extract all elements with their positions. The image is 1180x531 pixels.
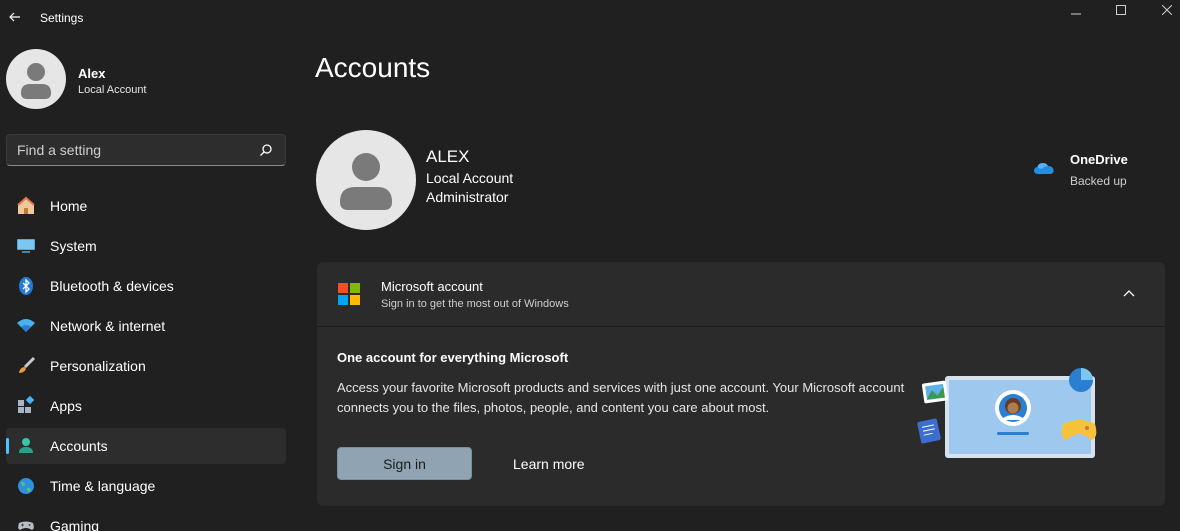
sidebar-item-label: Accounts [50,438,108,454]
user-account-type: Local Account [78,84,147,96]
sidebar-item-label: System [50,238,97,254]
sidebar-item-bluetooth[interactable]: Bluetooth & devices [6,268,286,304]
page-title: Accounts [315,52,431,83]
microsoft-logo-icon [338,283,360,305]
person-icon [340,153,392,210]
maximize-button[interactable] [1098,0,1144,20]
back-arrow-icon [9,12,20,22]
sidebar-item-label: Bluetooth & devices [50,278,174,294]
system-icon [16,236,36,256]
microsoft-account-title: Microsoft account [381,279,483,294]
maximize-icon [1116,5,1126,15]
sidebar-item-network[interactable]: Network & internet [6,308,286,344]
onedrive-status: Backed up [1070,174,1127,188]
sidebar-item-apps[interactable]: Apps [6,388,286,424]
sidebar-item-accounts[interactable]: Accounts [6,428,286,464]
user-avatar[interactable] [6,49,66,109]
sidebar: Alex Local Account Home [0,34,300,531]
microsoft-account-illustration [917,368,1097,458]
minimize-button[interactable] [1053,0,1099,20]
globe-icon [16,476,36,496]
person-icon [21,63,51,99]
sidebar-item-label: Personalization [50,358,146,374]
sidebar-item-label: Apps [50,398,82,414]
sign-in-button[interactable]: Sign in [337,447,472,480]
profile-avatar[interactable] [316,130,416,230]
apps-icon [16,396,36,416]
search-box[interactable] [6,134,286,166]
microsoft-account-body-title: One account for everything Microsoft [337,350,569,365]
profile-account-type: Local Account [426,170,514,186]
sidebar-item-label: Home [50,198,88,214]
sidebar-item-home[interactable]: Home [6,188,286,224]
sidebar-item-time-language[interactable]: Time & language [6,468,286,504]
sidebar-item-label: Network & internet [50,318,166,334]
search-input[interactable] [17,141,247,159]
accounts-icon [16,436,36,456]
profile-name: ALEX [426,147,470,166]
app-title: Settings [40,11,84,25]
onedrive-title[interactable]: OneDrive [1070,152,1128,167]
microsoft-account-subtitle: Sign in to get the most out of Windows [381,298,569,310]
wifi-icon [16,316,36,336]
profile-role: Administrator [426,189,509,205]
sidebar-item-system[interactable]: System [6,228,286,264]
microsoft-account-header[interactable]: Microsoft account Sign in to get the mos… [317,262,1165,326]
minimize-icon [1071,13,1081,15]
title-bar: Settings [0,0,1180,34]
sidebar-item-label: Time & language [50,478,156,494]
onedrive-cloud-icon[interactable] [1033,160,1055,176]
sidebar-item-gaming[interactable]: Gaming [6,508,286,531]
user-name: Alex [78,66,106,81]
microsoft-account-description: Access your favorite Microsoft products … [337,380,905,415]
learn-more-link[interactable]: Learn more [513,456,585,472]
close-button[interactable] [1144,0,1180,20]
close-icon [1162,5,1172,15]
chevron-up-icon[interactable] [1121,286,1137,302]
home-icon [16,196,36,216]
microsoft-account-card: Microsoft account Sign in to get the mos… [317,262,1165,506]
nav-list: Home System Bluetooth & devices Network … [6,188,286,531]
sidebar-item-label: Gaming [50,518,100,531]
sidebar-item-personalization[interactable]: Personalization [6,348,286,384]
divider [317,326,1165,327]
back-button[interactable] [6,6,24,28]
search-icon[interactable] [259,143,273,157]
gamepad-icon [16,516,36,531]
brush-icon [16,356,36,376]
bluetooth-icon [16,276,36,296]
